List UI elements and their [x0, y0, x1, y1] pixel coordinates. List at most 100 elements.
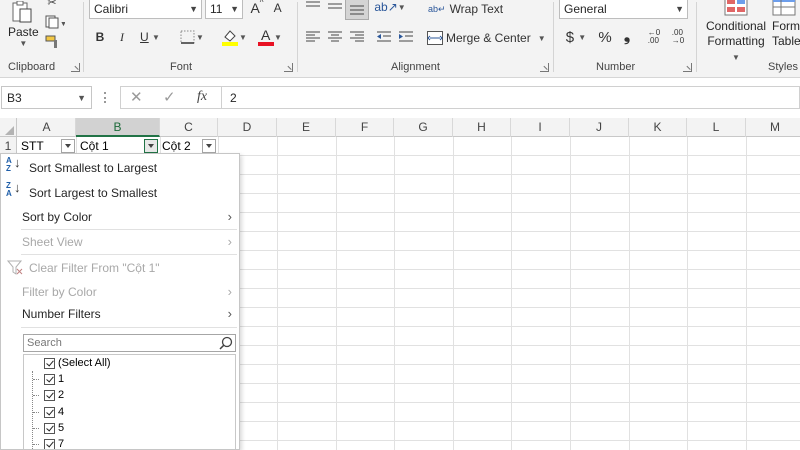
align-right-button[interactable]	[347, 28, 367, 46]
column-header-b[interactable]: B	[76, 118, 160, 137]
filter-option[interactable]: 1	[44, 371, 64, 387]
column-header-c[interactable]: C	[160, 118, 218, 137]
checkbox-checked-icon[interactable]	[44, 422, 55, 434]
column-header-h[interactable]: H	[453, 118, 511, 137]
chevron-down-icon: ▼	[239, 32, 247, 42]
chevron-right-icon: ›	[227, 284, 232, 299]
enter-icon[interactable]: ✓	[163, 88, 176, 106]
font-color-button[interactable]: A ▼	[254, 26, 286, 48]
decrease-indent-icon	[377, 31, 391, 42]
number-filters-item[interactable]: Number Filters ›	[1, 303, 239, 325]
align-right-icon	[350, 31, 364, 42]
wrap-text-button[interactable]: ab↵ Wrap Text	[428, 0, 503, 18]
column-header-j[interactable]: J	[570, 118, 629, 137]
column-header-g[interactable]: G	[394, 118, 453, 137]
grid-line	[511, 137, 512, 450]
align-center-button[interactable]	[325, 28, 345, 46]
ribbon-divider	[297, 2, 298, 72]
filter-search-input[interactable]: Search	[23, 334, 236, 352]
column-header-i[interactable]: I	[511, 118, 570, 137]
middle-align-button[interactable]	[325, 0, 345, 16]
align-left-button[interactable]	[303, 28, 323, 46]
filter-option-select-all[interactable]: (Select All)	[44, 355, 111, 371]
cut-icon[interactable]: ✂	[44, 0, 60, 9]
checkbox-checked-icon[interactable]	[44, 406, 55, 418]
menu-separator	[21, 327, 237, 328]
tree-line	[33, 412, 39, 413]
comma-style-button[interactable]: ❟	[618, 27, 636, 47]
number-format-dropdown[interactable]: General ▼	[559, 0, 688, 19]
increase-decimal-icon: ←0.00	[647, 28, 661, 45]
paste-icon[interactable]	[8, 0, 36, 24]
filter-option[interactable]: 5	[44, 420, 64, 436]
decrease-font-size-button[interactable]: Aˇ	[270, 0, 288, 18]
font-size-value: 11	[210, 2, 223, 16]
chevron-down-icon: ▼	[274, 32, 282, 42]
filter-option[interactable]: 7	[44, 436, 64, 449]
column-header-k[interactable]: K	[629, 118, 687, 137]
currency-format-button[interactable]: $ ▼	[561, 27, 591, 47]
filter-button-b[interactable]	[144, 139, 158, 153]
borders-button[interactable]: ▼	[176, 28, 208, 46]
bold-button[interactable]: B	[92, 28, 108, 46]
decrease-indent-button[interactable]	[374, 28, 394, 46]
orientation-icon: ab↗	[374, 0, 398, 14]
column-header-a[interactable]: A	[18, 118, 76, 137]
column-header-d[interactable]: D	[218, 118, 277, 137]
orientation-button[interactable]: ab↗ ▼	[374, 0, 405, 16]
increase-font-size-button[interactable]: A ^	[248, 0, 266, 18]
formula-bar-grip-icon	[104, 92, 106, 103]
filter-value-list: (Select All) 1 2 4 5 7	[23, 354, 236, 449]
top-align-button[interactable]	[303, 0, 323, 16]
sort-by-color-item[interactable]: Sort by Color ›	[1, 206, 239, 228]
checkbox-checked-icon[interactable]	[44, 373, 55, 385]
font-size-dropdown[interactable]: 11 ▼	[205, 0, 243, 19]
sort-descending-label: Sort Largest to Smallest	[29, 186, 158, 200]
fill-color-button[interactable]: ▼	[218, 26, 250, 48]
font-launcher-icon[interactable]	[284, 63, 293, 72]
filter-option[interactable]: 2	[44, 387, 64, 403]
column-header-e[interactable]: E	[277, 118, 336, 137]
sort-ascending-item[interactable]: A Z ↓ Sort Smallest to Largest	[1, 156, 239, 180]
checkbox-checked-icon[interactable]	[44, 438, 55, 449]
number-launcher-icon[interactable]	[683, 63, 692, 72]
insert-function-button[interactable]: fx	[197, 89, 207, 105]
align-left-icon	[306, 31, 320, 42]
sort-descending-item[interactable]: Z A ↓ Sort Largest to Smallest	[1, 181, 239, 205]
underline-button[interactable]: U ▼	[136, 28, 164, 46]
copy-icon[interactable]: ▼	[42, 14, 68, 30]
formula-input[interactable]: 2	[222, 86, 800, 109]
italic-button[interactable]: I	[114, 28, 130, 46]
conditional-formatting-icon	[724, 0, 748, 16]
bottom-align-button[interactable]	[345, 0, 369, 20]
font-name-dropdown[interactable]: Calibri ▼	[89, 0, 202, 19]
clipboard-launcher-icon[interactable]	[71, 63, 80, 72]
ribbon: Paste ▼ ✂ ▼ Clipboard Calibri ▼ 11 ▼ A^ …	[0, 0, 800, 78]
filter-button-a[interactable]	[61, 139, 75, 153]
grid-line	[453, 137, 454, 450]
column-header-m[interactable]: M	[746, 118, 800, 137]
format-as-table-icon	[772, 0, 796, 16]
column-header-f[interactable]: F	[336, 118, 394, 137]
increase-indent-button[interactable]	[396, 28, 416, 46]
merge-center-button[interactable]: Merge & Center ▼	[427, 28, 546, 48]
alignment-group-label: Alignment	[391, 61, 440, 73]
name-box[interactable]: B3 ▼	[1, 86, 92, 109]
paste-button[interactable]: Paste ▼	[8, 25, 39, 48]
filter-option[interactable]: 4	[44, 404, 64, 420]
grid-line	[394, 137, 395, 450]
format-as-table-button[interactable]: Forma Table	[772, 0, 800, 54]
increase-decimal-button[interactable]: ←0.00	[644, 27, 664, 47]
italic-label: I	[120, 29, 124, 44]
conditional-formatting-button[interactable]: Conditional Formatting ▼	[703, 0, 769, 62]
percent-format-button[interactable]: %	[595, 27, 615, 47]
checkbox-checked-icon[interactable]	[44, 357, 55, 369]
alignment-launcher-icon[interactable]	[540, 63, 549, 72]
format-painter-icon[interactable]	[44, 34, 60, 50]
select-all-corner[interactable]	[0, 118, 17, 137]
checkbox-checked-icon[interactable]	[44, 389, 55, 401]
column-header-l[interactable]: L	[687, 118, 746, 137]
decrease-decimal-button[interactable]: .00 →0	[668, 27, 688, 47]
filter-button-c[interactable]	[202, 139, 216, 153]
cancel-icon[interactable]: ✕	[130, 88, 143, 106]
